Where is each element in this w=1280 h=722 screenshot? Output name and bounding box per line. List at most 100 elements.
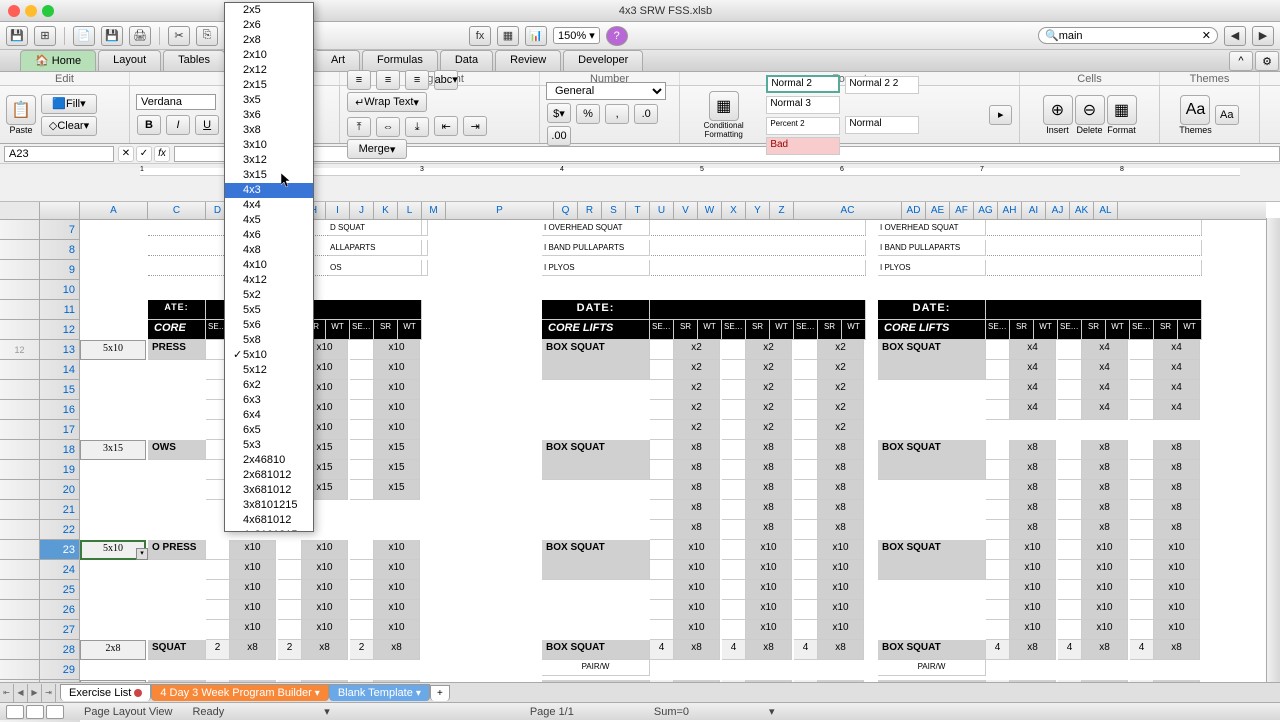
style-percent2[interactable]: Percent 2	[766, 117, 840, 135]
col-header-R[interactable]: R	[578, 202, 602, 219]
set-0-18-5[interactable]: x15	[374, 440, 420, 460]
set-2-19-1[interactable]: x8	[1010, 460, 1056, 480]
minimize-window-button[interactable]	[25, 5, 37, 17]
set-0-17-5[interactable]: x10	[374, 420, 420, 440]
chart-icon[interactable]: 📊	[525, 26, 547, 46]
set-2-15-2[interactable]	[1058, 380, 1082, 400]
set-1-24-3[interactable]: x10	[746, 560, 792, 580]
col-header-M[interactable]: M	[422, 202, 446, 219]
valign-bot-icon[interactable]: ⤓	[405, 117, 429, 137]
set-1-26-0[interactable]	[650, 600, 674, 620]
row-header-10[interactable]: 10	[0, 280, 80, 300]
tab-layout[interactable]: Layout	[98, 50, 161, 71]
set-2-25-2[interactable]	[1058, 580, 1082, 600]
set-1-27-2[interactable]	[722, 620, 746, 640]
save-icon[interactable]: 💾	[6, 26, 28, 46]
set-1-18-3[interactable]: x8	[746, 440, 792, 460]
set-0-28-4[interactable]: 2	[350, 640, 374, 660]
set-1-26-5[interactable]: x10	[818, 600, 864, 620]
set-2-14-4[interactable]	[1130, 360, 1154, 380]
set-2-18-0[interactable]	[986, 440, 1010, 460]
set-2-22-4[interactable]	[1130, 520, 1154, 540]
set-1-14-0[interactable]	[650, 360, 674, 380]
subh-1-7[interactable]: SR	[818, 320, 842, 340]
abc-button[interactable]: abc▾	[434, 70, 458, 90]
dropdown-item-4x681012[interactable]: 4x681012	[225, 513, 313, 528]
set-0-15-5[interactable]: x10	[374, 380, 420, 400]
delete-button[interactable]: ⊖	[1075, 95, 1105, 125]
set-1-19-3[interactable]: x8	[746, 460, 792, 480]
row-header-8[interactable]: 8	[0, 240, 80, 260]
set-1-25-2[interactable]	[722, 580, 746, 600]
subh-0-5[interactable]: WT	[326, 320, 350, 340]
set-0-19-5[interactable]: x15	[374, 460, 420, 480]
set-1-16-0[interactable]	[650, 400, 674, 420]
set-1-27-3[interactable]: x10	[746, 620, 792, 640]
set-2-28-0[interactable]: 4	[986, 640, 1010, 660]
set-2-20-3[interactable]: x8	[1082, 480, 1128, 500]
set-2-14-5[interactable]: x4	[1154, 360, 1200, 380]
set-1-19-0[interactable]	[650, 460, 674, 480]
formula-bar[interactable]	[174, 146, 1280, 162]
set-0-14-4[interactable]	[350, 360, 374, 380]
underline-button[interactable]: U	[195, 115, 219, 135]
set-1-18-5[interactable]: x8	[818, 440, 864, 460]
wrap-text-button[interactable]: ↵ Wrap Text ▾	[347, 92, 427, 112]
set-1-25-5[interactable]: x10	[818, 580, 864, 600]
dropdown-item-4x12[interactable]: 4x12	[225, 273, 313, 288]
style-normal22[interactable]: Normal 2 2	[845, 76, 919, 94]
subh-2-8[interactable]: WT	[1178, 320, 1202, 340]
set-0-19-4[interactable]	[350, 460, 374, 480]
dropdown-item-3x10[interactable]: 3x10	[225, 138, 313, 153]
cond-format-button[interactable]: ▦	[709, 91, 739, 121]
pair-2[interactable]: PAIR/W	[878, 660, 986, 676]
set-1-14-1[interactable]: x2	[674, 360, 720, 380]
row-header-19[interactable]: 19	[0, 460, 80, 480]
col-header-AI[interactable]: AI	[1022, 202, 1046, 219]
set-1-20-2[interactable]	[722, 480, 746, 500]
set-2-25-1[interactable]: x10	[1010, 580, 1056, 600]
dropdown-item-2x15[interactable]: 2x15	[225, 78, 313, 93]
set-1-24-1[interactable]: x10	[674, 560, 720, 580]
ex-0-13[interactable]: PRESS	[148, 340, 206, 360]
set-2-19-4[interactable]	[1130, 460, 1154, 480]
set-1-14-2[interactable]	[722, 360, 746, 380]
set-2-25-4[interactable]	[1130, 580, 1154, 600]
set-0-24-1[interactable]: x10	[230, 560, 276, 580]
ex-2-13[interactable]: BOX SQUAT	[878, 340, 986, 380]
row-header-14[interactable]: 14	[0, 360, 80, 380]
set-1-21-2[interactable]	[722, 500, 746, 520]
subh-0-8[interactable]: WT	[398, 320, 422, 340]
set-1-15-1[interactable]: x2	[674, 380, 720, 400]
open-icon[interactable]: 📄	[73, 26, 95, 46]
set-0-27-4[interactable]	[350, 620, 374, 640]
row-header-22[interactable]: 22	[0, 520, 80, 540]
set-0-24-3[interactable]: x10	[302, 560, 348, 580]
set-0-26-1[interactable]: x10	[230, 600, 276, 620]
dec-inc-icon[interactable]: .0	[634, 104, 658, 124]
set-2-20-0[interactable]	[986, 480, 1010, 500]
align-center-icon[interactable]: ≡	[376, 70, 400, 90]
set-0-26-4[interactable]	[350, 600, 374, 620]
set-2-22-0[interactable]	[986, 520, 1010, 540]
subh-1-6[interactable]: SETS	[794, 320, 818, 340]
dropdown-item-3x8101215[interactable]: 3x8101215	[225, 498, 313, 513]
ribbon-collapse-icon[interactable]: ^	[1229, 51, 1253, 71]
set-1-27-4[interactable]	[794, 620, 818, 640]
set-1-13-5[interactable]: x2	[818, 340, 864, 360]
ex-1-28[interactable]: BOX SQUAT	[542, 640, 650, 660]
col-header-AD[interactable]: AD	[902, 202, 926, 219]
nav-back-icon[interactable]: ◀	[1224, 26, 1246, 46]
set-1-24-4[interactable]	[794, 560, 818, 580]
set-0-27-2[interactable]	[278, 620, 302, 640]
set-1-13-4[interactable]	[794, 340, 818, 360]
set-2-23-3[interactable]: x10	[1082, 540, 1128, 560]
row-header-26[interactable]: 26	[0, 600, 80, 620]
help-icon[interactable]: ?	[606, 26, 628, 46]
set-1-27-1[interactable]: x10	[674, 620, 720, 640]
set-2-26-3[interactable]: x10	[1082, 600, 1128, 620]
set-0-24-4[interactable]	[350, 560, 374, 580]
set-2-27-0[interactable]	[986, 620, 1010, 640]
lbl-0-1[interactable]: ALLAPARTS	[328, 240, 428, 256]
add-sheet-button[interactable]: +	[430, 685, 450, 701]
